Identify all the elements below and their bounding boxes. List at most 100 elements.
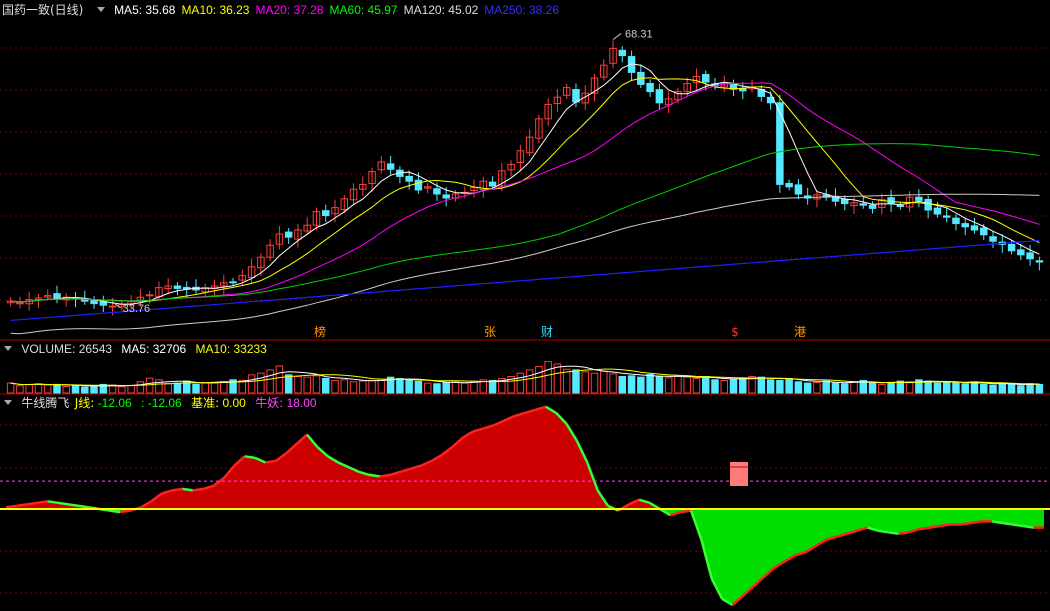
volume-bar — [683, 376, 691, 394]
volume-bar — [609, 373, 617, 394]
volume-bar — [62, 385, 70, 394]
candle-body — [414, 179, 423, 191]
volume-bar — [516, 372, 525, 394]
volume-bar — [16, 385, 24, 394]
high-pointer — [612, 33, 622, 40]
volume-bar — [794, 381, 803, 394]
volume-bar — [600, 370, 608, 394]
candle-body — [655, 89, 664, 104]
volume-bar — [145, 377, 154, 394]
volume-bar — [637, 376, 645, 394]
volume-bar — [164, 383, 172, 394]
volume-bar — [831, 382, 840, 394]
volume-bar — [961, 383, 969, 394]
volume-bar — [905, 381, 914, 394]
volume-bar — [359, 380, 367, 394]
volume-bar — [692, 377, 701, 394]
volume-bar — [266, 369, 274, 394]
indicator-outline — [36, 500, 48, 505]
indicator-outline — [960, 521, 972, 526]
candle-body — [980, 227, 988, 236]
volume-bar — [757, 376, 766, 394]
volume-bar — [331, 379, 339, 394]
volume-bar — [850, 381, 858, 394]
candle-body — [1017, 249, 1025, 256]
volume-bar — [674, 375, 682, 394]
candle-body — [970, 225, 979, 231]
volume-bar — [90, 385, 98, 394]
volume-bar — [776, 379, 784, 394]
volume-bar — [81, 386, 89, 394]
volume-bar — [220, 380, 228, 394]
volume-bar — [1007, 383, 1016, 394]
volume-bar — [247, 374, 256, 394]
indicator-outline — [78, 504, 90, 509]
indicator-outline — [47, 500, 59, 505]
volume-bar — [711, 379, 719, 394]
volume-bar — [136, 381, 145, 394]
candle-body — [442, 194, 450, 199]
volume-bar — [210, 382, 219, 394]
candle-body — [989, 236, 997, 242]
indicator-outline — [68, 503, 79, 508]
volume-bar — [924, 380, 932, 394]
ma10-line — [10, 77, 1040, 303]
volume-bar — [423, 382, 432, 394]
indicator-outline — [1002, 521, 1014, 526]
indicator-outline — [16, 503, 27, 508]
candle-body — [1026, 252, 1034, 260]
indicator-outline — [940, 523, 951, 528]
stock-chart[interactable]: 68.31 33.76 榜 张 财 $ 港 — [0, 0, 1050, 611]
candle-body — [99, 301, 108, 306]
volume-bar — [840, 383, 849, 394]
candle-body — [776, 102, 784, 185]
volume-bar — [525, 369, 534, 394]
candle-body — [952, 217, 960, 225]
candle-body — [887, 197, 895, 205]
indicator-outline — [192, 487, 204, 492]
candle-body — [896, 205, 905, 208]
volume-bar — [980, 383, 988, 394]
candle-body — [1035, 260, 1044, 263]
candle-body — [90, 299, 98, 305]
volume-bar — [646, 374, 654, 394]
candle-body — [961, 223, 969, 228]
candle-body — [433, 188, 441, 195]
event-marker: 榜 — [314, 324, 326, 339]
ma20-line — [10, 82, 1040, 303]
volume-bar — [53, 383, 61, 394]
indicator-outline — [171, 487, 183, 492]
volume-bar — [729, 378, 738, 394]
event-marker: $ — [731, 325, 739, 339]
volume-bar — [173, 382, 182, 394]
volume-bar — [970, 381, 979, 394]
volume-bar — [535, 366, 543, 394]
volume-bar — [618, 376, 627, 394]
candle-body — [53, 293, 61, 299]
indicator-outline — [182, 487, 193, 492]
volume-bar — [303, 376, 311, 394]
volume-bar — [739, 377, 747, 394]
volume-bar — [942, 381, 951, 394]
indicator-outline — [919, 526, 930, 531]
indicator-outline — [877, 529, 889, 534]
volume-bar — [442, 381, 450, 394]
volume-bar — [321, 377, 330, 394]
event-marker: 港 — [794, 325, 806, 339]
volume-bar — [766, 379, 775, 394]
volume-bar — [933, 382, 942, 394]
volume-bar — [34, 383, 43, 394]
volume-bar — [590, 372, 599, 394]
indicator-negative-area — [6, 509, 1044, 606]
indicator-outline — [265, 459, 277, 464]
volume-bar — [451, 381, 460, 394]
volume-bar — [349, 381, 358, 394]
candle-body — [618, 49, 627, 57]
volume-bar — [544, 361, 552, 394]
candle-body — [145, 294, 154, 297]
indicator-outline — [971, 520, 982, 525]
volume-bar — [118, 386, 126, 394]
volume-bar — [340, 379, 349, 394]
volume-bar — [25, 384, 33, 394]
indicator-outline — [888, 531, 899, 536]
